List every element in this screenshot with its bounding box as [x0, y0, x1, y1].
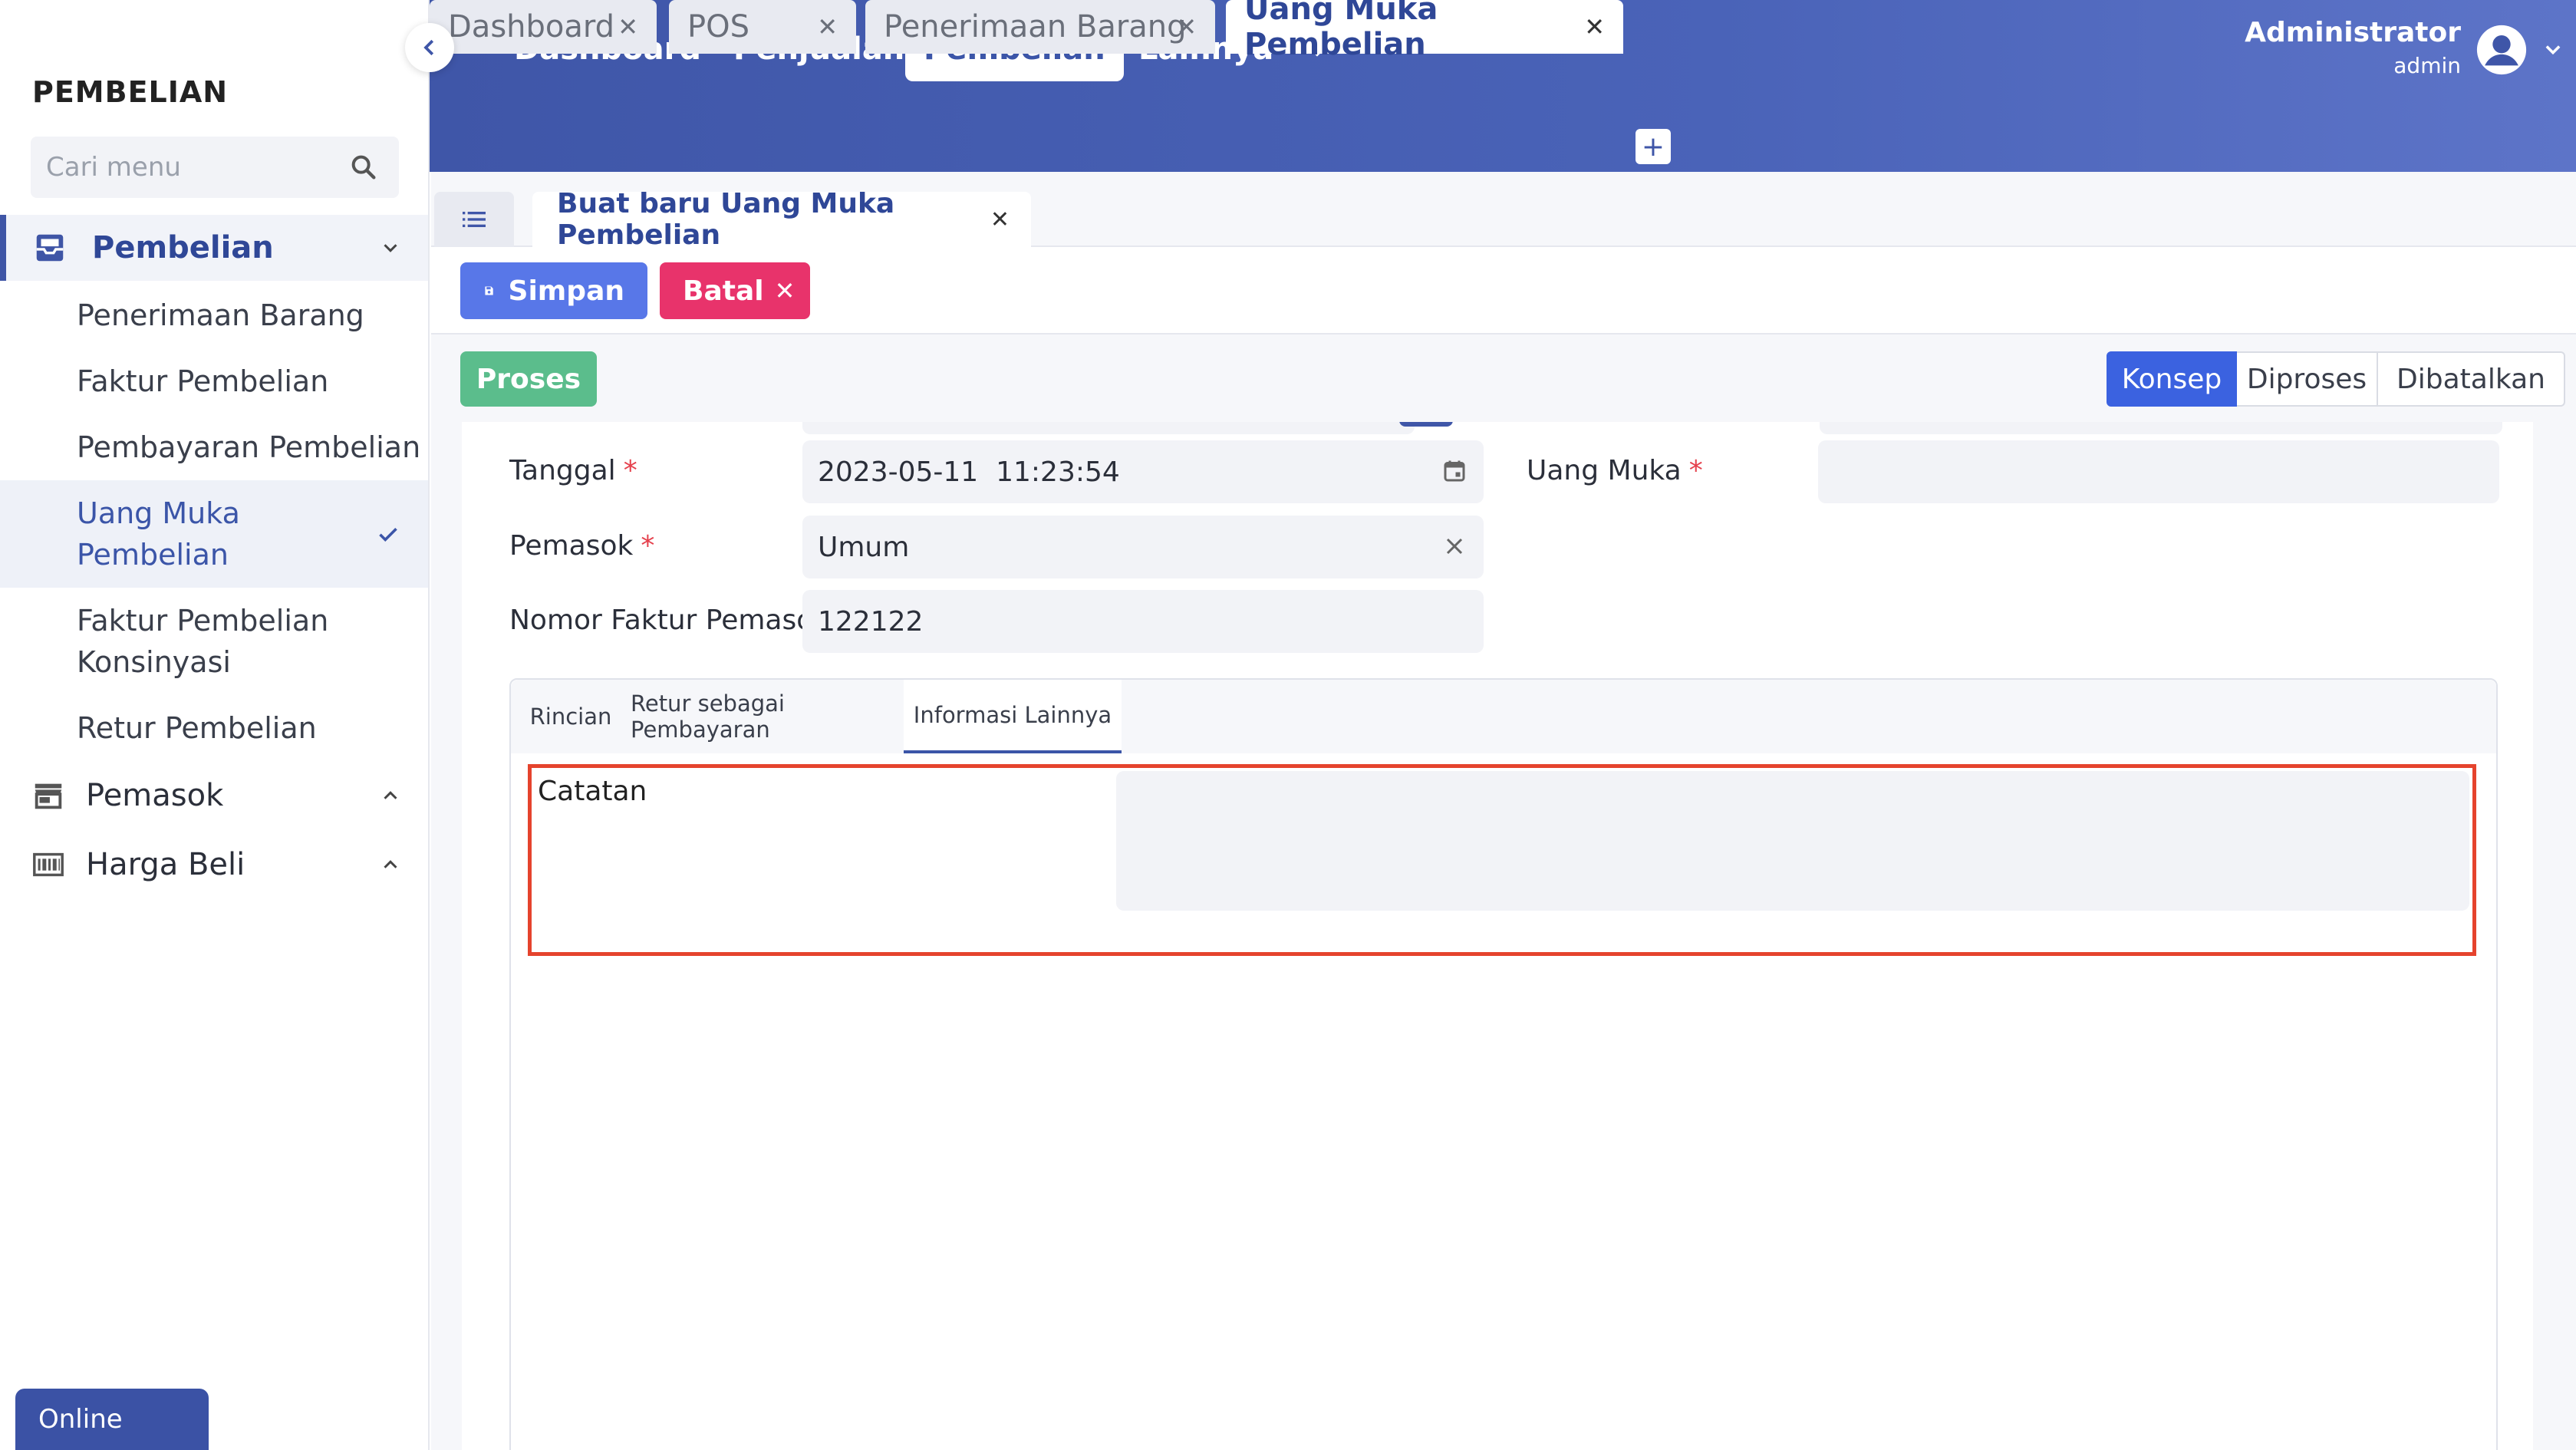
menu-search-input[interactable]: Cari menu: [31, 137, 399, 198]
search-placeholder: Cari menu: [46, 152, 181, 183]
detail-panel: Rincian Retur sebagai Pembayaran Informa…: [509, 678, 2498, 1450]
sidebar-group-label: Pemasok: [86, 778, 224, 813]
top-bar: Dashboard Penjualan Pembelian Lainnya Ad…: [430, 0, 2576, 172]
document-tab-label: Buat baru Uang Muka Pembelian: [557, 188, 895, 251]
store-icon: [35, 783, 62, 809]
sidebar-group-label: Pembelian: [92, 230, 274, 265]
tanggal-value: 2023-05-11 11:23:54: [818, 456, 1120, 488]
status-step-konsep[interactable]: Konsep: [2107, 351, 2237, 407]
uang-muka-input[interactable]: [1818, 440, 2499, 503]
tab-retur-sebagai-pembayaran[interactable]: Retur sebagai Pembayaran: [631, 680, 904, 753]
save-label: Simpan: [508, 275, 624, 307]
document-tab[interactable]: Buat baru Uang Muka Pembelian ✕: [532, 188, 1031, 251]
cancel-label: Batal: [683, 275, 764, 307]
list-view-button[interactable]: [434, 192, 514, 247]
action-toolbar: Simpan Batal ✕: [431, 247, 2576, 334]
sidebar-item-faktur-pembelian-konsinyasi[interactable]: Faktur Pembelian Konsinyasi: [77, 600, 414, 683]
search-icon: [351, 155, 376, 180]
sidebar-item-faktur-pembelian[interactable]: Faktur Pembelian: [77, 361, 428, 402]
form-card: Tanggal * 2023-05-11 11:23:54 Uang Muka * …: [462, 422, 2533, 1450]
catatan-label: Catatan: [538, 776, 647, 807]
online-status-badge[interactable]: Online: [15, 1389, 209, 1450]
chevron-left-icon: [423, 39, 434, 56]
tab-uang-muka-pembelian[interactable]: Uang Muka Pembelian ✕: [1226, 0, 1623, 62]
sidebar-item-pembayaran-pembelian[interactable]: Pembayaran Pembelian: [77, 427, 428, 468]
clear-icon[interactable]: [1441, 532, 1468, 560]
user-info[interactable]: Administrator admin: [2245, 17, 2461, 78]
sidebar: PEMBELIAN Cari menu Pembelian Penerimaan…: [0, 0, 430, 1450]
pemasok-select[interactable]: Umum: [802, 516, 1484, 578]
add-tab-button[interactable]: +: [1636, 129, 1671, 164]
scrolled-button: [1399, 422, 1453, 427]
close-icon[interactable]: ✕: [990, 206, 1010, 233]
tab-pos[interactable]: POS ✕: [669, 0, 856, 54]
avatar-icon[interactable]: [2475, 23, 2528, 77]
list-icon: [463, 212, 486, 227]
save-button[interactable]: Simpan: [460, 262, 647, 319]
inbox-tray-icon: [36, 234, 64, 262]
tanggal-label: Tanggal *: [509, 455, 637, 486]
catatan-textarea[interactable]: [1116, 771, 2469, 911]
tab-label: POS: [687, 9, 749, 44]
barcode-icon: [33, 852, 64, 877]
pemasok-label: Pemasok *: [509, 530, 655, 562]
document-tab-bar: Buat baru Uang Muka Pembelian ✕: [431, 172, 2576, 251]
tab-informasi-lainnya[interactable]: Informasi Lainnya: [904, 680, 1122, 753]
close-icon[interactable]: ✕: [817, 12, 838, 41]
nomor-faktur-label: Nomor Faktur Pemasok: [509, 605, 830, 636]
close-icon: ✕: [774, 276, 796, 305]
close-icon[interactable]: ✕: [1176, 12, 1197, 41]
scrolled-field: [802, 422, 1415, 434]
form-area: Tanggal * 2023-05-11 11:23:54 Uang Muka * …: [431, 422, 2576, 1450]
tab-label: Uang Muka Pembelian: [1244, 0, 1438, 62]
sidebar-group-label: Harga Beli: [86, 847, 245, 882]
sidebar-item-uang-muka-pembelian[interactable]: Uang Muka Pembelian: [0, 480, 428, 588]
cancel-button[interactable]: Batal ✕: [660, 262, 810, 319]
status-steps: Konsep Diproses Dibatalkan: [2107, 351, 2565, 407]
sidebar-item-penerimaan-barang[interactable]: Penerimaan Barang: [77, 295, 428, 336]
check-icon: [379, 527, 397, 542]
chevron-down-icon: [384, 244, 397, 252]
chevron-down-icon[interactable]: [2542, 38, 2564, 60]
close-icon[interactable]: ✕: [618, 12, 638, 41]
sidebar-group-pembelian[interactable]: Pembelian: [0, 215, 428, 281]
nomor-faktur-input[interactable]: 122122: [802, 590, 1484, 653]
floppy-disk-icon: [485, 286, 493, 295]
pemasok-value: Umum: [818, 531, 910, 563]
tab-penerimaan-barang[interactable]: Penerimaan Barang ✕: [865, 0, 1215, 54]
sidebar-item-label: Uang Muka Pembelian: [77, 496, 240, 572]
close-icon[interactable]: ✕: [1584, 12, 1605, 41]
calendar-icon[interactable]: [1441, 457, 1468, 485]
sidebar-group-pemasok[interactable]: Pemasok: [0, 763, 428, 829]
status-bar: Proses Konsep Diproses Dibatalkan: [431, 334, 2576, 422]
tab-rincian[interactable]: Rincian: [511, 680, 631, 753]
sidebar-item-retur-pembelian[interactable]: Retur Pembelian: [77, 707, 428, 749]
tab-dashboard[interactable]: Dashboard ✕: [430, 0, 657, 54]
user-role: admin: [2393, 53, 2461, 78]
status-step-diproses[interactable]: Diproses: [2237, 351, 2378, 407]
tanggal-field[interactable]: 2023-05-11 11:23:54: [802, 440, 1484, 503]
sidebar-group-harga-beli[interactable]: Harga Beli: [0, 832, 428, 898]
highlight-box: Catatan: [528, 764, 2476, 956]
panel-tab-bar: Rincian Retur sebagai Pembayaran Informa…: [511, 680, 2496, 753]
user-name: Administrator: [2245, 17, 2461, 48]
tab-label: Dashboard: [448, 9, 615, 44]
sidebar-title: PEMBELIAN: [32, 75, 229, 109]
process-button[interactable]: Proses: [460, 351, 597, 407]
tab-label: Penerimaan Barang: [884, 9, 1187, 44]
scrolled-field: [1820, 422, 2502, 434]
chevron-up-icon: [384, 860, 397, 868]
uang-muka-label: Uang Muka *: [1527, 455, 1703, 486]
chevron-up-icon: [384, 791, 397, 799]
status-step-dibatalkan[interactable]: Dibatalkan: [2378, 351, 2565, 407]
collapse-sidebar-button[interactable]: [405, 23, 454, 72]
